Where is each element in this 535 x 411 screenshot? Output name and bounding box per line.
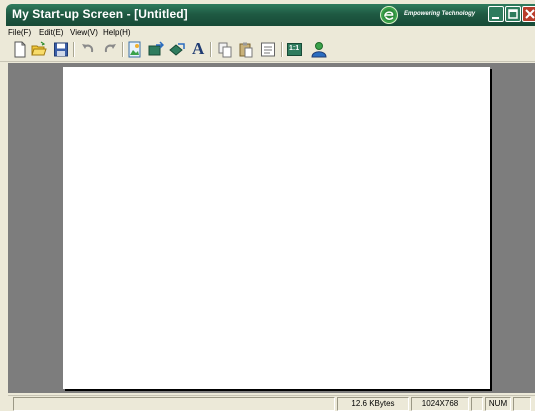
- undo-icon: [82, 44, 94, 53]
- copy-button[interactable]: [217, 41, 233, 58]
- user-icon: [311, 42, 327, 58]
- open-button[interactable]: [31, 41, 47, 58]
- export-image-button[interactable]: [148, 41, 165, 58]
- maximize-button[interactable]: [505, 6, 521, 22]
- menu-view[interactable]: View(V): [70, 28, 98, 37]
- minimize-button[interactable]: [488, 6, 504, 22]
- toolbar-separator: [281, 42, 283, 57]
- status-resolution: 1024X768: [411, 397, 469, 411]
- properties-icon: [261, 42, 275, 57]
- import-image-icon: [128, 41, 141, 58]
- actual-size-button[interactable]: 1:1: [286, 41, 303, 58]
- user-button[interactable]: [311, 41, 327, 58]
- status-empty-pane: [471, 397, 483, 411]
- menu-file[interactable]: File(F): [8, 28, 31, 37]
- export-image-icon: [148, 41, 165, 56]
- menu-bar: File(F) Edit(E) View(V) Help(H): [0, 27, 535, 39]
- drawing-canvas[interactable]: [63, 67, 490, 389]
- title-bar[interactable]: My Start-up Screen - [Untitled] Empoweri…: [6, 4, 535, 26]
- new-file-button[interactable]: [12, 41, 28, 58]
- redo-icon: [104, 44, 116, 53]
- window-title: My Start-up Screen - [Untitled]: [12, 7, 188, 21]
- image-edit-button[interactable]: [169, 41, 185, 58]
- app-window: My Start-up Screen - [Untitled] Empoweri…: [0, 0, 535, 411]
- save-icon: [54, 42, 68, 57]
- toolbar-separator: [73, 42, 75, 57]
- minimize-icon: [492, 17, 499, 19]
- close-button[interactable]: [522, 6, 535, 22]
- save-button[interactable]: [53, 41, 69, 58]
- image-edit-icon: [169, 43, 185, 56]
- status-num-lock: NUM: [485, 397, 511, 411]
- open-folder-icon: [31, 41, 47, 56]
- new-file-icon: [14, 41, 26, 58]
- actual-size-icon: 1:1: [287, 43, 302, 56]
- copy-icon: [218, 42, 232, 58]
- paste-button[interactable]: [238, 41, 254, 58]
- import-image-button[interactable]: [127, 41, 143, 58]
- properties-button[interactable]: [260, 41, 276, 58]
- workspace: [8, 63, 535, 393]
- undo-button[interactable]: [80, 41, 96, 58]
- actual-size-label: 1:1: [289, 45, 300, 52]
- text-tool-icon: A: [192, 39, 205, 58]
- brand-logo-icon: [380, 6, 398, 24]
- toolbar-separator: [122, 42, 124, 57]
- paste-icon: [239, 42, 253, 58]
- toolbar: A 1:1: [0, 39, 535, 62]
- redo-button[interactable]: [102, 41, 118, 58]
- status-bar: 12.6 KBytes 1024X768 NUM: [8, 395, 535, 411]
- text-tool-button[interactable]: A: [190, 39, 206, 58]
- status-message-pane: [13, 397, 335, 411]
- maximize-icon: [508, 9, 518, 19]
- brand-tagline: Empowering Technology: [404, 11, 476, 17]
- close-icon: [525, 9, 535, 19]
- status-scroll-pane: [513, 397, 531, 411]
- status-file-size: 12.6 KBytes: [337, 397, 409, 411]
- menu-edit[interactable]: Edit(E): [39, 28, 63, 37]
- toolbar-separator: [210, 42, 212, 57]
- menu-help[interactable]: Help(H): [103, 28, 131, 37]
